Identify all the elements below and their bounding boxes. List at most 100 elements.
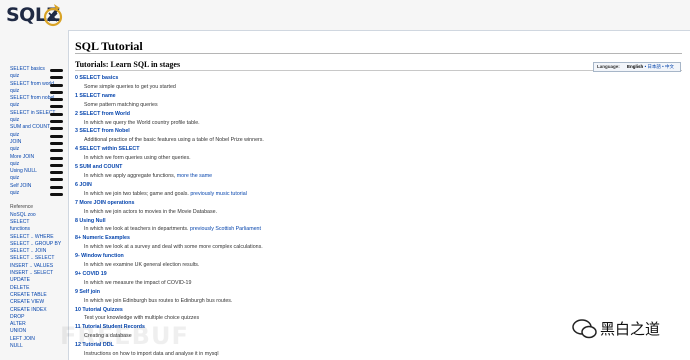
- tutorial-description-text: Some pattern matching queries: [84, 101, 158, 108]
- tutorial-description: In which we join two tables; game and go…: [75, 190, 615, 199]
- tutorial-link[interactable]: 8+ Numeric Examples: [75, 234, 615, 243]
- tutorial-link[interactable]: 3 SELECT from Nobel: [75, 127, 615, 136]
- tutorial-extra-link[interactable]: previously music tutorial: [190, 191, 247, 197]
- tutorial-description-text: In which we apply aggregate functions,: [84, 172, 176, 179]
- title-divider: [75, 53, 682, 54]
- tutorial-description-text: Test your knowledge with multiple choice…: [84, 315, 200, 322]
- page-title: SQL Tutorial: [75, 39, 143, 53]
- language-selector: Language: English • 日本語 • 中文: [593, 62, 681, 72]
- redaction-mark: [50, 120, 63, 124]
- section-divider: [75, 70, 682, 71]
- tutorial-description: In which we join actors to movies in the…: [75, 208, 615, 217]
- sidebar-reference-item[interactable]: SELECT .. JOIN: [0, 248, 68, 255]
- sidebar-reference-item[interactable]: DROP: [0, 314, 68, 321]
- tutorial-extra-link[interactable]: previously Scottish Parliament: [190, 226, 261, 232]
- sidebar-reference-item[interactable]: SELECT .. WHERE: [0, 234, 68, 241]
- tutorial-description-text: Additional practice of the basic feature…: [84, 137, 264, 144]
- tutorial-description: In which we look at teachers in departme…: [75, 225, 615, 234]
- tutorial-description: Additional practice of the basic feature…: [75, 136, 615, 145]
- sidebar-reference-item[interactable]: functions: [0, 226, 68, 233]
- tutorial-description-text: In which we join actors to movies in the…: [84, 208, 218, 215]
- sidebar-reference-item[interactable]: UPDATE: [0, 277, 68, 284]
- tutorial-description: In which we join Edinburgh bus routes to…: [75, 297, 615, 306]
- tutorial-description: In which we look at a survey and deal wi…: [75, 243, 615, 252]
- tutorial-link[interactable]: 9- Window function: [75, 252, 615, 261]
- sidebar-reference-item[interactable]: CREATE INDEX: [0, 307, 68, 314]
- redaction-mark: [50, 134, 63, 138]
- sidebar-reference-item[interactable]: LEFT JOIN: [0, 336, 68, 343]
- redaction-mark: [50, 193, 63, 197]
- wechat-watermark: 黑白之道: [570, 316, 690, 342]
- redaction-mark: [50, 69, 63, 72]
- redaction-mark: [50, 149, 63, 153]
- sidebar-reference-item[interactable]: UNION: [0, 328, 68, 335]
- tutorial-description: In which we query the World country prof…: [75, 119, 615, 128]
- sidebar-reference-item[interactable]: NULL: [0, 343, 68, 350]
- tutorial-description-text: In which we join Edinburgh bus routes to…: [84, 297, 233, 304]
- tutorial-description-text: In which we form queries using other que…: [84, 155, 191, 162]
- zebra-logo-icon: [43, 4, 63, 27]
- redaction-mark: [50, 98, 63, 102]
- tutorial-description: Some simple queries to get you started: [75, 83, 615, 92]
- sidebar-reference-item[interactable]: SELECT .. SELECT: [0, 255, 68, 262]
- tutorial-description-text: In which we look at teachers in departme…: [84, 226, 189, 233]
- tutorial-description-text: In which we query the World country prof…: [84, 119, 200, 126]
- tutorial-description-text: Instructions on how to import data and a…: [84, 351, 219, 358]
- language-other-links[interactable]: • 日本語 • 中文: [645, 64, 674, 69]
- redaction-mark: [50, 156, 63, 160]
- tutorial-link[interactable]: 9+ COVID 19: [75, 270, 615, 279]
- tutorial-link[interactable]: 1 SELECT name: [75, 92, 615, 101]
- sidebar-reference-heading: Reference: [10, 204, 34, 211]
- tutorial-description-text: In which we examine UK general election …: [84, 262, 200, 269]
- redaction-mark: [50, 185, 63, 189]
- redaction-mark: [50, 141, 63, 145]
- redaction-mark: [50, 105, 63, 109]
- tutorial-link[interactable]: 0 SELECT basics: [75, 74, 615, 83]
- tutorial-description-text: In which we join two tables; game and go…: [84, 190, 189, 197]
- watermark-text: FREEBUF: [60, 322, 189, 350]
- tutorial-link[interactable]: 8 Using Null: [75, 217, 615, 226]
- sidebar-reference-item[interactable]: DELETE: [0, 285, 68, 292]
- tutorial-link[interactable]: 2 SELECT from World: [75, 110, 615, 119]
- site-logo[interactable]: SQLZ: [4, 2, 64, 30]
- tutorial-description-text: In which we measure the impact of COVID-…: [84, 279, 192, 286]
- sidebar-reference-item[interactable]: CREATE VIEW: [0, 299, 68, 306]
- redaction-marks: [50, 69, 64, 200]
- wechat-account-name: 黑白之道: [600, 320, 661, 338]
- tutorial-description-text: Some simple queries to get you started: [84, 83, 176, 90]
- sidebar-reference-item[interactable]: CREATE TABLE: [0, 292, 68, 299]
- sidebar-reference-item[interactable]: SELECT .. GROUP BY: [0, 241, 68, 248]
- sidebar-reference-item[interactable]: NoSQL zoo: [0, 212, 68, 219]
- tutorial-extra-link[interactable]: more the same: [177, 173, 212, 179]
- redaction-mark: [50, 76, 63, 80]
- tutorial-link[interactable]: 4 SELECT within SELECT: [75, 145, 615, 154]
- language-current: English: [627, 64, 644, 69]
- tutorial-list: 0 SELECT basics Some simple queries to ge…: [75, 74, 615, 359]
- tutorial-description: Some pattern matching queries: [75, 101, 615, 110]
- redaction-mark: [50, 178, 63, 182]
- tutorial-link[interactable]: 5 SUM and COUNT: [75, 163, 615, 172]
- sidebar-reference-item[interactable]: INSERT .. SELECT: [0, 270, 68, 277]
- tutorial-link[interactable]: 6 JOIN: [75, 181, 615, 190]
- wechat-icon: [572, 319, 597, 339]
- tutorial-description: In which we examine UK general election …: [75, 261, 615, 270]
- sidebar-reference-item[interactable]: SELECT: [0, 219, 68, 226]
- redaction-mark: [50, 163, 63, 167]
- sidebar-reference-item[interactable]: ALTER: [0, 321, 68, 328]
- redaction-mark: [50, 83, 63, 87]
- tutorial-description: In which we apply aggregate functions, m…: [75, 172, 615, 181]
- redaction-mark: [50, 127, 63, 131]
- redaction-mark: [50, 171, 63, 175]
- section-heading: Tutorials: Learn SQL in stages: [75, 60, 181, 69]
- language-label: Language:: [597, 64, 620, 69]
- tutorial-description: Instructions on how to import data and a…: [75, 350, 615, 359]
- tutorial-description: In which we measure the impact of COVID-…: [75, 279, 615, 288]
- sidebar-reference-item[interactable]: INSERT .. VALUES: [0, 263, 68, 270]
- tutorial-link[interactable]: 9 Self join: [75, 288, 615, 297]
- redaction-mark: [50, 90, 63, 94]
- redaction-mark: [50, 112, 63, 116]
- tutorial-link[interactable]: 7 More JOIN operations: [75, 199, 615, 208]
- tutorial-description: In which we form queries using other que…: [75, 154, 615, 163]
- tutorial-link[interactable]: 10 Tutorial Quizzes: [75, 306, 615, 315]
- tutorial-description-text: In which we look at a survey and deal wi…: [84, 244, 263, 251]
